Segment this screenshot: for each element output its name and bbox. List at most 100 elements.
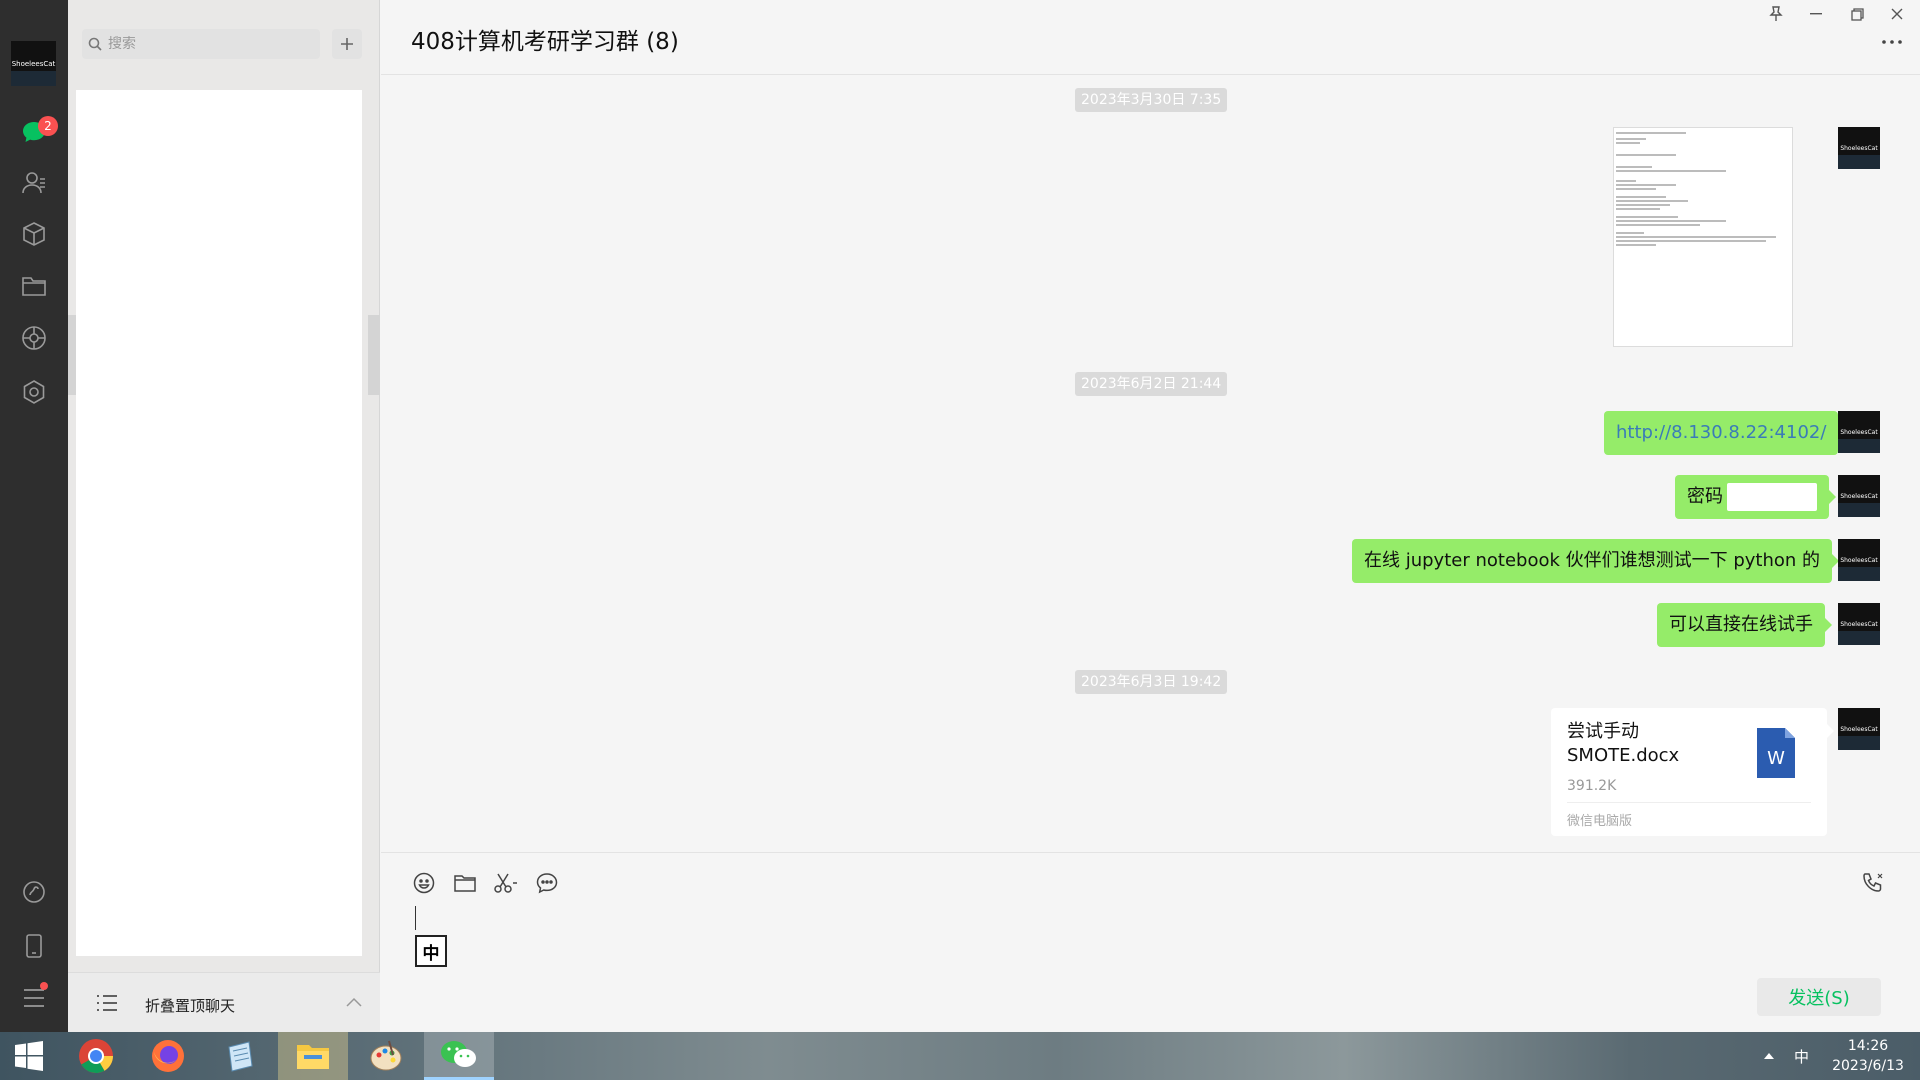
notepad-taskbar-button[interactable] <box>205 1032 275 1080</box>
more-options-button[interactable] <box>1877 34 1907 50</box>
voice-call-button[interactable] <box>1859 868 1889 898</box>
close-icon <box>1891 8 1903 20</box>
files-icon[interactable] <box>18 270 50 302</box>
tray-overflow-button[interactable] <box>1764 1032 1774 1080</box>
chevron-up-icon <box>1764 1053 1774 1059</box>
send-file-button[interactable] <box>450 868 480 898</box>
ime-tray-indicator[interactable]: 中 <box>1794 1032 1809 1080</box>
password-label: 密码 <box>1687 486 1723 507</box>
chat-list <box>76 90 362 956</box>
chat-history-button[interactable] <box>532 868 562 898</box>
favorites-icon[interactable] <box>18 218 50 250</box>
folder-icon <box>454 875 476 892</box>
text-caret <box>415 906 416 930</box>
plus-icon <box>341 38 353 50</box>
sender-avatar[interactable]: ShoeleesCat <box>1838 411 1880 453</box>
firefox-taskbar-button[interactable] <box>133 1032 203 1080</box>
chrome-taskbar-button[interactable] <box>61 1032 131 1080</box>
emoji-button[interactable] <box>409 868 439 898</box>
sender-avatar[interactable]: ShoeleesCat <box>1838 475 1880 517</box>
taskbar-clock[interactable]: 14:26 2023/6/13 <box>1818 1036 1918 1076</box>
collapse-pinned-label: 折叠置顶聊天 <box>145 997 236 1015</box>
chat-list-panel: 折叠置顶聊天 <box>68 0 380 1032</box>
sender-avatar[interactable]: ShoeleesCat <box>1838 127 1880 169</box>
svg-text:ShoeleesCat: ShoeleesCat <box>1840 493 1878 500</box>
search-box[interactable] <box>82 29 320 59</box>
user-avatar[interactable]: ShoeleesCat <box>11 41 56 86</box>
windows-start-button[interactable] <box>0 1032 58 1080</box>
taskbar: 中 14:26 2023/6/13 <box>0 1032 1920 1080</box>
password-message[interactable]: 密码 <box>1675 475 1836 519</box>
chrome-icon <box>79 1039 113 1073</box>
clock-date: 2023/6/13 <box>1832 1058 1904 1074</box>
list-icon <box>97 995 117 1011</box>
sender-avatar[interactable]: ShoeleesCat <box>1838 539 1880 581</box>
notepad-icon <box>228 1041 253 1072</box>
text-message[interactable]: 可以直接在线试手 <box>1657 603 1832 647</box>
miniprogram-hub-icon[interactable] <box>18 876 50 908</box>
redacted-box <box>1727 483 1817 511</box>
svg-text:W: W <box>1767 748 1785 769</box>
chat-window: 408计算机考研学习群 (8) 2023年3月30日 7:35 2023年6月2… <box>381 0 1920 1032</box>
file-name: 尝试手动 SMOTE.docx <box>1567 721 1680 766</box>
paint-taskbar-button[interactable] <box>351 1032 421 1080</box>
timestamp: 2023年6月3日 19:42 <box>1075 670 1228 694</box>
svg-text:ShoeleesCat: ShoeleesCat <box>1840 145 1878 152</box>
emoji-icon <box>413 872 435 894</box>
chat-list-scrollbar[interactable] <box>368 315 380 395</box>
file-message[interactable]: 尝试手动 SMOTE.docx 391.2K 微信电脑版 W <box>1551 708 1834 836</box>
svg-text:ShoeleesCat: ShoeleesCat <box>1840 726 1878 733</box>
unread-badge: 2 <box>38 116 58 136</box>
firefox-icon <box>152 1040 184 1072</box>
pin-icon <box>1769 6 1783 21</box>
svg-text:ShoeleesCat: ShoeleesCat <box>1840 621 1878 628</box>
svg-text:ShoeleesCat: ShoeleesCat <box>1840 557 1878 564</box>
restore-button[interactable] <box>1837 2 1877 26</box>
file-card-divider <box>1567 802 1811 803</box>
link-message[interactable]: http://8.130.8.22:4102/ <box>1604 411 1846 455</box>
chat-bubble-icon <box>536 873 558 894</box>
folder-icon <box>297 1045 329 1069</box>
search-input[interactable] <box>108 36 308 52</box>
moments-icon[interactable] <box>18 322 50 354</box>
mini-programs-icon[interactable] <box>18 376 50 408</box>
file-size: 391.2K <box>1567 778 1617 794</box>
header-divider <box>381 74 1920 75</box>
chevron-up-icon[interactable] <box>346 997 362 1007</box>
pin-window-button[interactable] <box>1756 2 1796 26</box>
word-document-icon: W <box>1757 728 1795 778</box>
phone-call-icon <box>1863 873 1883 892</box>
wechat-taskbar-button[interactable] <box>424 1032 494 1080</box>
minimize-button[interactable] <box>1796 2 1836 26</box>
phone-icon[interactable] <box>18 930 50 962</box>
send-button[interactable]: 发送(S) <box>1757 978 1881 1016</box>
clock-time: 14:26 <box>1847 1038 1889 1054</box>
add-button[interactable] <box>332 29 362 59</box>
wechat-icon <box>441 1040 476 1067</box>
restore-icon <box>1850 7 1864 21</box>
svg-text:ShoeleesCat: ShoeleesCat <box>1840 429 1878 436</box>
nav-rail: ShoeleesCat 2 <box>0 0 68 1032</box>
collapse-pinned-bar[interactable]: 折叠置顶聊天 <box>68 972 380 1032</box>
screenshot-button[interactable] <box>491 868 521 898</box>
text-message[interactable]: 在线 jupyter notebook 伙伴们谁想测试一下 python 的 <box>1352 539 1840 583</box>
svg-text:ShoeleesCat: ShoeleesCat <box>12 60 56 68</box>
more-icon <box>1882 40 1902 44</box>
timestamp: 2023年3月30日 7:35 <box>1075 88 1228 112</box>
chat-title: 408计算机考研学习群 (8) <box>411 29 679 55</box>
minimize-icon <box>1810 13 1822 15</box>
file-source: 微信电脑版 <box>1567 814 1633 829</box>
image-message[interactable] <box>1613 127 1793 347</box>
close-button[interactable] <box>1877 2 1917 26</box>
contacts-icon[interactable] <box>18 167 50 199</box>
sender-avatar[interactable]: ShoeleesCat <box>1838 708 1880 750</box>
paint-palette-icon <box>370 1040 402 1071</box>
sender-avatar[interactable]: ShoeleesCat <box>1838 603 1880 645</box>
search-icon <box>88 37 102 51</box>
timestamp: 2023年6月2日 21:44 <box>1075 372 1228 396</box>
windows-logo-icon <box>15 1041 43 1071</box>
file-explorer-taskbar-button[interactable] <box>278 1032 348 1080</box>
menu-notification-dot <box>40 982 48 990</box>
scissors-icon <box>494 873 517 893</box>
ime-indicator: 中 <box>415 935 447 967</box>
